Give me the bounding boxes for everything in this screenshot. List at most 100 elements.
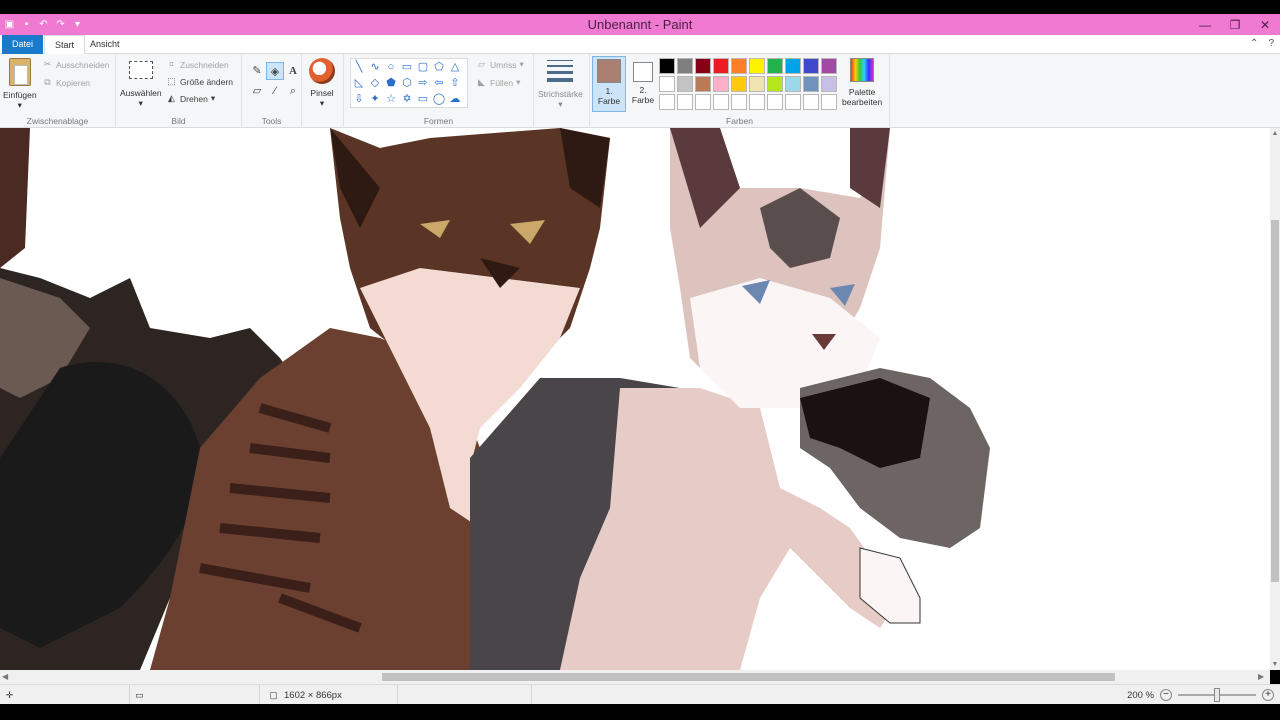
callout-oval-shape-icon[interactable]: ◯ — [431, 91, 447, 107]
palette-swatch[interactable] — [785, 58, 801, 74]
right-triangle-shape-icon[interactable]: ◺ — [351, 75, 367, 91]
six-point-star-shape-icon[interactable]: ✡ — [399, 91, 415, 107]
palette-swatch[interactable] — [695, 94, 711, 110]
help-icon[interactable]: ? — [1268, 38, 1274, 49]
callout-rectangle-shape-icon[interactable]: ▭ — [415, 91, 431, 107]
brushes-button[interactable]: Pinsel ▾ — [309, 58, 335, 109]
color-picker-icon[interactable]: ⁄ — [266, 82, 284, 100]
scroll-down-icon[interactable]: ▼ — [1270, 661, 1280, 668]
palette-swatch[interactable] — [659, 94, 675, 110]
edit-colors-button[interactable]: Palette bearbeiten — [842, 58, 882, 107]
palette-swatch[interactable] — [659, 58, 675, 74]
five-point-star-shape-icon[interactable]: ☆ — [383, 91, 399, 107]
palette-swatch[interactable] — [677, 58, 693, 74]
palette-swatch[interactable] — [821, 94, 837, 110]
palette-swatch[interactable] — [659, 76, 675, 92]
four-point-star-shape-icon[interactable]: ✦ — [367, 91, 383, 107]
save-icon[interactable]: ▪ — [21, 19, 32, 30]
palette-swatch[interactable] — [713, 58, 729, 74]
palette-swatch[interactable] — [785, 94, 801, 110]
resize-button[interactable]: ⬚ Größe ändern — [166, 76, 233, 87]
zoom-slider[interactable] — [1178, 688, 1256, 702]
palette-swatch[interactable] — [749, 76, 765, 92]
zoom-slider-knob[interactable] — [1214, 688, 1220, 702]
palette-swatch[interactable] — [803, 58, 819, 74]
rotate-button[interactable]: ◭ Drehen ▾ — [166, 93, 215, 104]
palette-swatch[interactable] — [677, 94, 693, 110]
palette-swatch[interactable] — [677, 76, 693, 92]
cut-button[interactable]: ✂ Ausschneiden — [42, 59, 110, 70]
fill-icon[interactable]: ◈ — [266, 62, 284, 80]
vertical-scroll-thumb[interactable] — [1271, 220, 1279, 582]
maximize-icon[interactable]: ❐ — [1220, 14, 1250, 35]
color2-button[interactable]: 2. Farbe — [626, 60, 660, 116]
pencil-icon[interactable]: ✎ — [248, 62, 266, 80]
magnifier-icon[interactable]: ⌕ — [284, 82, 302, 100]
collapse-ribbon-icon[interactable]: ⌃ — [1250, 38, 1258, 49]
palette-swatch[interactable] — [767, 58, 783, 74]
select-button[interactable]: Auswählen ▾ — [120, 61, 162, 109]
palette-swatch[interactable] — [731, 58, 747, 74]
palette-swatch[interactable] — [695, 58, 711, 74]
scroll-left-icon[interactable]: ◀ — [2, 670, 8, 684]
palette-swatch[interactable] — [713, 76, 729, 92]
zoom-in-icon[interactable]: + — [1262, 689, 1274, 701]
tab-view[interactable]: Ansicht — [80, 35, 130, 54]
palette-swatch[interactable] — [821, 58, 837, 74]
close-icon[interactable]: ✕ — [1250, 14, 1280, 35]
curve-shape-icon[interactable]: ∿ — [367, 59, 383, 75]
palette-swatch[interactable] — [749, 94, 765, 110]
palette-swatch[interactable] — [821, 76, 837, 92]
scroll-up-icon[interactable]: ▲ — [1270, 130, 1280, 137]
palette-swatch[interactable] — [803, 76, 819, 92]
horizontal-scrollbar[interactable]: ◀ ▶ — [0, 670, 1270, 684]
palette-swatch[interactable] — [785, 76, 801, 92]
pentagon-shape-icon[interactable]: ⬟ — [383, 75, 399, 91]
diamond-shape-icon[interactable]: ◇ — [367, 75, 383, 91]
color1-button[interactable]: 1. Farbe — [592, 56, 626, 112]
palette-swatch[interactable] — [767, 76, 783, 92]
scroll-right-icon[interactable]: ▶ — [1258, 670, 1264, 684]
copy-button[interactable]: ⧉ Kopieren — [42, 77, 90, 88]
tab-file[interactable]: Datei — [2, 35, 44, 54]
cloud-callout-shape-icon[interactable]: ☁ — [447, 91, 463, 107]
vertical-scrollbar[interactable]: ▲ ▼ — [1270, 128, 1280, 670]
drawing-canvas[interactable] — [0, 128, 1270, 670]
polygon-shape-icon[interactable]: ⬠ — [431, 59, 447, 75]
palette-swatch[interactable] — [695, 76, 711, 92]
palette-swatch[interactable] — [713, 94, 729, 110]
palette-swatch[interactable] — [731, 76, 747, 92]
right-arrow-shape-icon[interactable]: ⇨ — [415, 75, 431, 91]
rectangle-shape-icon[interactable]: ▭ — [399, 59, 415, 75]
customize-qat-icon[interactable]: ▾ — [72, 19, 83, 30]
rounded-rectangle-shape-icon[interactable]: ▢ — [415, 59, 431, 75]
horizontal-scroll-thumb[interactable] — [382, 673, 1115, 681]
paint-app-icon[interactable]: ▣ — [4, 19, 15, 30]
redo-icon[interactable]: ↷ — [55, 19, 66, 30]
undo-icon[interactable]: ↶ — [38, 19, 49, 30]
minimize-icon[interactable]: — — [1190, 14, 1220, 35]
palette-swatch[interactable] — [731, 94, 747, 110]
palette-swatch[interactable] — [803, 94, 819, 110]
paste-button[interactable]: Einfügen ▾ — [3, 58, 37, 111]
color2-swatch — [633, 62, 653, 82]
palette-swatch[interactable] — [767, 94, 783, 110]
text-icon[interactable]: A — [284, 62, 302, 80]
triangle-shape-icon[interactable]: △ — [447, 59, 463, 75]
eraser-icon[interactable]: ▱ — [248, 82, 266, 100]
tab-home[interactable]: Start — [44, 35, 86, 55]
zoom-out-icon[interactable]: − — [1160, 689, 1172, 701]
left-arrow-shape-icon[interactable]: ⇦ — [431, 75, 447, 91]
outline-button[interactable]: ▱ Umriss ▾ — [476, 59, 524, 70]
fill-button[interactable]: ◣ Füllen ▾ — [476, 77, 520, 88]
hexagon-shape-icon[interactable]: ⬡ — [399, 75, 415, 91]
crop-button[interactable]: ⌗ Zuschneiden — [166, 59, 229, 70]
size-button[interactable]: Strichstärke ▾ — [538, 60, 583, 110]
line-shape-icon[interactable]: ╲ — [351, 59, 367, 75]
file-size — [398, 685, 532, 705]
palette-swatch[interactable] — [749, 58, 765, 74]
oval-shape-icon[interactable]: ○ — [383, 59, 399, 75]
color1-label-number: 1. — [605, 86, 613, 96]
down-arrow-shape-icon[interactable]: ⇩ — [351, 91, 367, 107]
up-arrow-shape-icon[interactable]: ⇧ — [447, 75, 463, 91]
